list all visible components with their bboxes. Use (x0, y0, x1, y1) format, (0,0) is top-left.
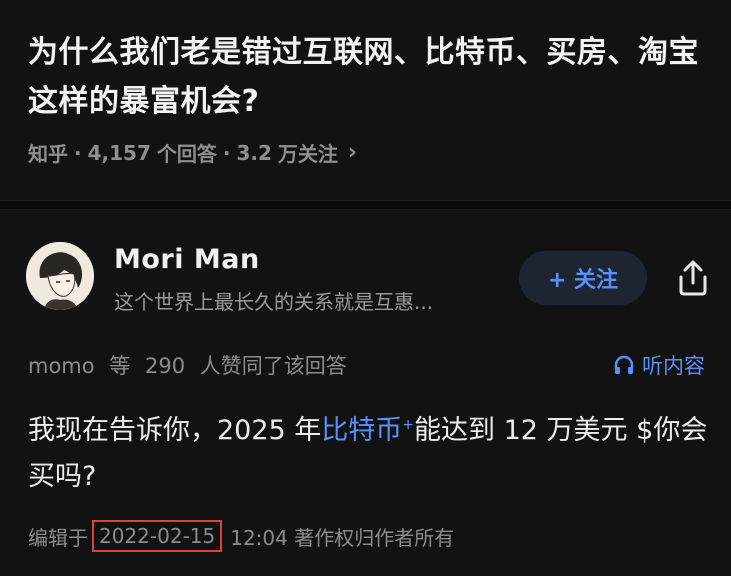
headphones-icon (614, 355, 634, 374)
edit-date: 2022-02-15 (92, 520, 223, 552)
author-name[interactable]: Mori Man (114, 244, 260, 275)
likes-text: 人赞同了该回答 (199, 354, 347, 378)
meta-dot: · (222, 140, 231, 165)
question-meta[interactable]: 知乎 · 4,157 个回答 · 3.2 万关注 › (28, 138, 357, 167)
source-label: 知乎 (28, 142, 68, 166)
follow-unit: 万关注 (277, 142, 338, 166)
share-icon[interactable] (672, 257, 714, 299)
answer-footer: 编辑于 2022-02-15 12:04 著作权归作者所有 (28, 520, 454, 552)
follow-button[interactable]: + 关注 (519, 251, 647, 305)
author-bio: 这个世界上最长久的关系就是互惠... (114, 290, 434, 314)
answer-text[interactable]: 我现在告诉你，2025 年比特币+能达到 12 万美元 $你会买吗? (28, 402, 718, 500)
meta-dot: · (74, 140, 82, 165)
chevron-right-icon: › (347, 140, 357, 165)
bitcoin-link-text: 比特币 (321, 415, 403, 446)
likes-deng: 等 (109, 354, 131, 378)
section-divider (0, 200, 731, 210)
edit-time-copyright: 12:04 著作权归作者所有 (230, 525, 455, 550)
listen-button[interactable]: 听内容 (612, 350, 705, 380)
question-title[interactable]: 为什么我们老是错过互联网、比特币、买房、淘宝这样的暴富机会? (28, 28, 708, 126)
bitcoin-link[interactable]: 比特币+ (321, 415, 414, 446)
liker-name: momo (28, 354, 95, 378)
link-mark: + (402, 417, 415, 433)
likes-line[interactable]: momo 等 290 人赞同了该回答 (28, 350, 355, 380)
answer-unit: 个回答 (156, 142, 217, 166)
answer-part-1: 我现在告诉你，2025 年 (28, 415, 322, 446)
avatar[interactable] (26, 242, 94, 310)
answer-count: 4,157 (87, 140, 151, 165)
follow-count: 3.2 (236, 140, 272, 165)
listen-label: 听内容 (642, 354, 705, 378)
edit-label: 编辑于 (28, 525, 88, 550)
likes-count: 290 (144, 354, 186, 378)
